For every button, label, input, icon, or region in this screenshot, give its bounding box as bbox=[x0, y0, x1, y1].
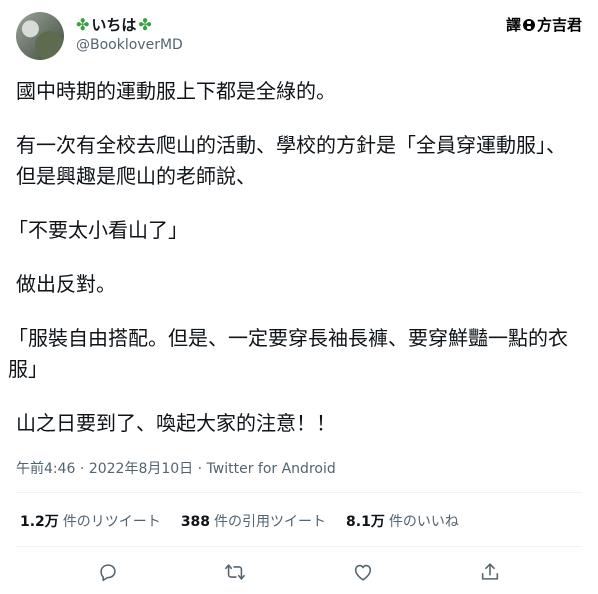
meta-separator: · bbox=[193, 461, 207, 477]
clover-icon: ✤ bbox=[138, 14, 152, 34]
tweet-paragraph: 國中時期的運動服上下都是全綠的。 bbox=[16, 79, 336, 103]
quotes-label: 件の引用ツイート bbox=[214, 514, 327, 530]
divider bbox=[16, 546, 582, 547]
tweet-paragraph: 「服裝自由搭配。但是、一定要穿長袖長褲、要穿鮮豔一點的衣服」 bbox=[8, 326, 568, 381]
heart-icon bbox=[354, 564, 371, 581]
tweet-text: 國中時期的運動服上下都是全綠的。 有一次有全校去爬山的活動、學校的方針是「全員穿… bbox=[8, 76, 576, 462]
tweet-time[interactable]: 午前4:46 bbox=[16, 461, 75, 477]
tweet-paragraph: 山之日要到了、喚起大家的注意！！ bbox=[16, 411, 336, 435]
reply-button[interactable] bbox=[91, 555, 125, 589]
retweet-icon bbox=[225, 564, 246, 580]
divider bbox=[16, 492, 582, 493]
clover-icon: ✤ bbox=[76, 14, 90, 34]
likes-count: 8.1万 bbox=[346, 514, 385, 530]
retweets-count: 1.2万 bbox=[20, 514, 59, 530]
tweet-meta: 午前4:46 · 2022年8月10日 · Twitter for Androi… bbox=[16, 458, 336, 478]
avatar[interactable] bbox=[16, 12, 64, 60]
display-name[interactable]: ✤ いちは ✤ bbox=[76, 14, 152, 35]
watermark-right: 方吉君 bbox=[536, 16, 582, 34]
retweets-stat[interactable]: 1.2万 件のリツイート bbox=[20, 511, 161, 531]
tweet-paragraph: 做出反對。 bbox=[16, 272, 116, 296]
tweet-source[interactable]: Twitter for Android bbox=[207, 461, 336, 477]
user-handle[interactable]: @BookloverMD bbox=[76, 37, 183, 53]
reply-icon bbox=[100, 564, 116, 582]
share-icon bbox=[482, 563, 499, 580]
like-button[interactable] bbox=[346, 555, 380, 589]
watermark-left: 譯 bbox=[505, 16, 521, 34]
likes-label: 件のいいね bbox=[388, 514, 459, 530]
likes-stat[interactable]: 8.1万 件のいいね bbox=[346, 511, 459, 531]
action-bar bbox=[0, 555, 598, 589]
display-name-text: いちは bbox=[91, 16, 137, 34]
tweet-paragraph: 有一次有全校去爬山的活動、學校的方針是「全員穿運動服」、但是興趣是爬山的老師說、 bbox=[16, 133, 566, 188]
quotes-count: 388 bbox=[180, 514, 211, 530]
retweets-label: 件のリツイート bbox=[62, 514, 161, 530]
quotes-stat[interactable]: 388 件の引用ツイート bbox=[181, 511, 326, 531]
tweet-date[interactable]: 2022年8月10日 bbox=[89, 461, 193, 477]
meta-separator: · bbox=[75, 461, 89, 477]
tweet-stats: 1.2万 件のリツイート 388 件の引用ツイート 8.1万 件のいいね bbox=[20, 511, 459, 531]
tweet-paragraph: 「不要太小看山了」 bbox=[8, 218, 188, 242]
share-button[interactable] bbox=[473, 555, 507, 589]
translator-watermark: 譯 方吉君 bbox=[506, 14, 582, 35]
retweet-button[interactable] bbox=[218, 555, 252, 589]
watermark-separator-icon bbox=[522, 18, 535, 31]
